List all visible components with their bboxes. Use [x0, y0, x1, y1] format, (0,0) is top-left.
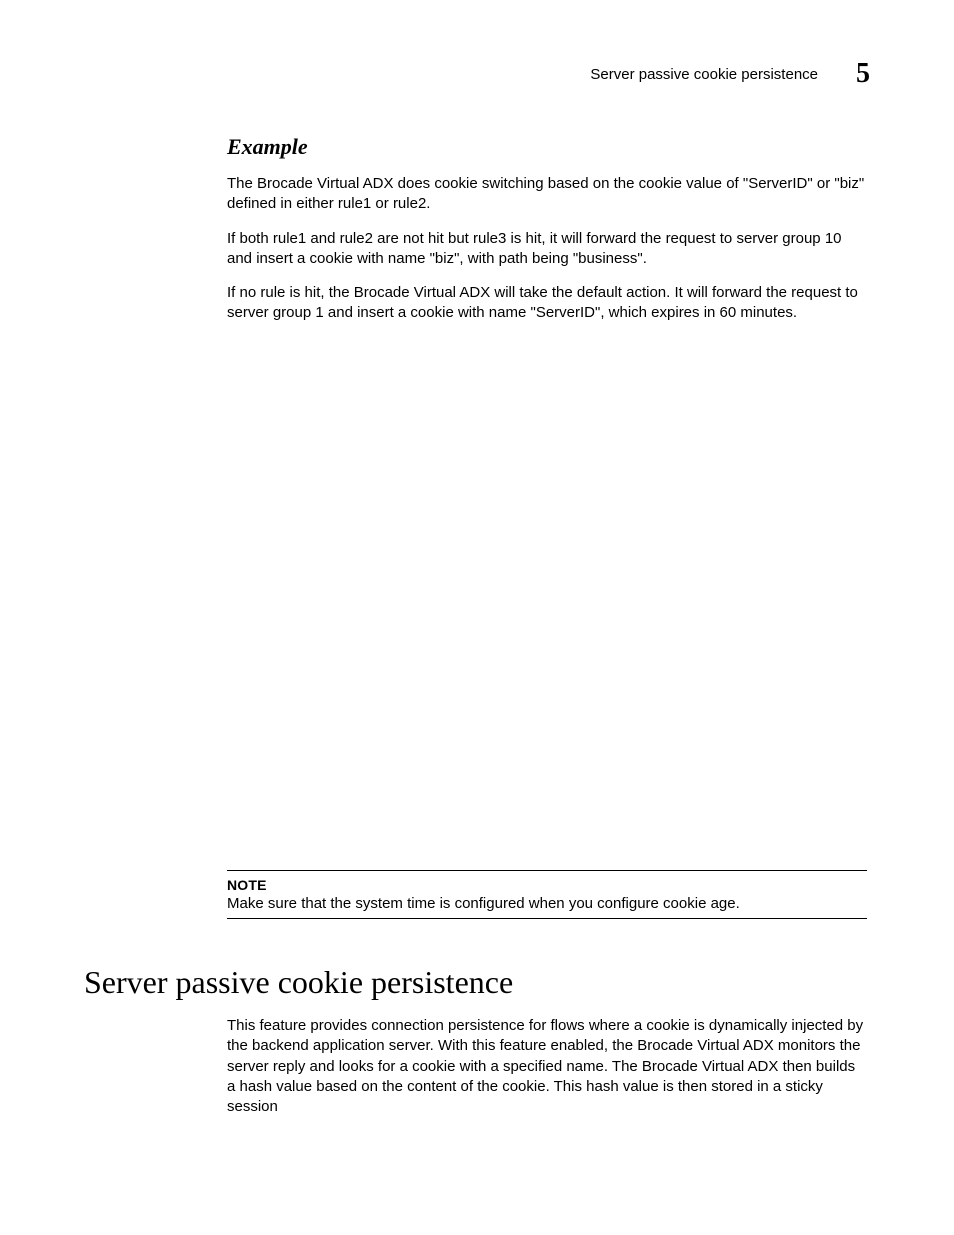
note-block: NOTE Make sure that the system time is c… — [227, 870, 867, 919]
example-section: Example The Brocade Virtual ADX does coo… — [227, 134, 867, 338]
note-label: NOTE — [227, 877, 867, 893]
example-paragraph-1: The Brocade Virtual ADX does cookie swit… — [227, 174, 867, 215]
page-header: Server passive cookie persistence 5 — [590, 58, 870, 90]
chapter-number: 5 — [856, 58, 870, 90]
running-title: Server passive cookie persistence — [590, 66, 818, 83]
page: Server passive cookie persistence 5 Exam… — [0, 0, 954, 1235]
section-body: This feature provides connection persist… — [227, 1016, 867, 1131]
section-heading: Server passive cookie persistence — [84, 964, 513, 1001]
example-paragraph-3: If no rule is hit, the Brocade Virtual A… — [227, 283, 867, 324]
example-heading: Example — [227, 134, 867, 160]
note-text: Make sure that the system time is config… — [227, 895, 867, 912]
example-paragraph-2: If both rule1 and rule2 are not hit but … — [227, 229, 867, 270]
section-paragraph-1: This feature provides connection persist… — [227, 1016, 867, 1117]
